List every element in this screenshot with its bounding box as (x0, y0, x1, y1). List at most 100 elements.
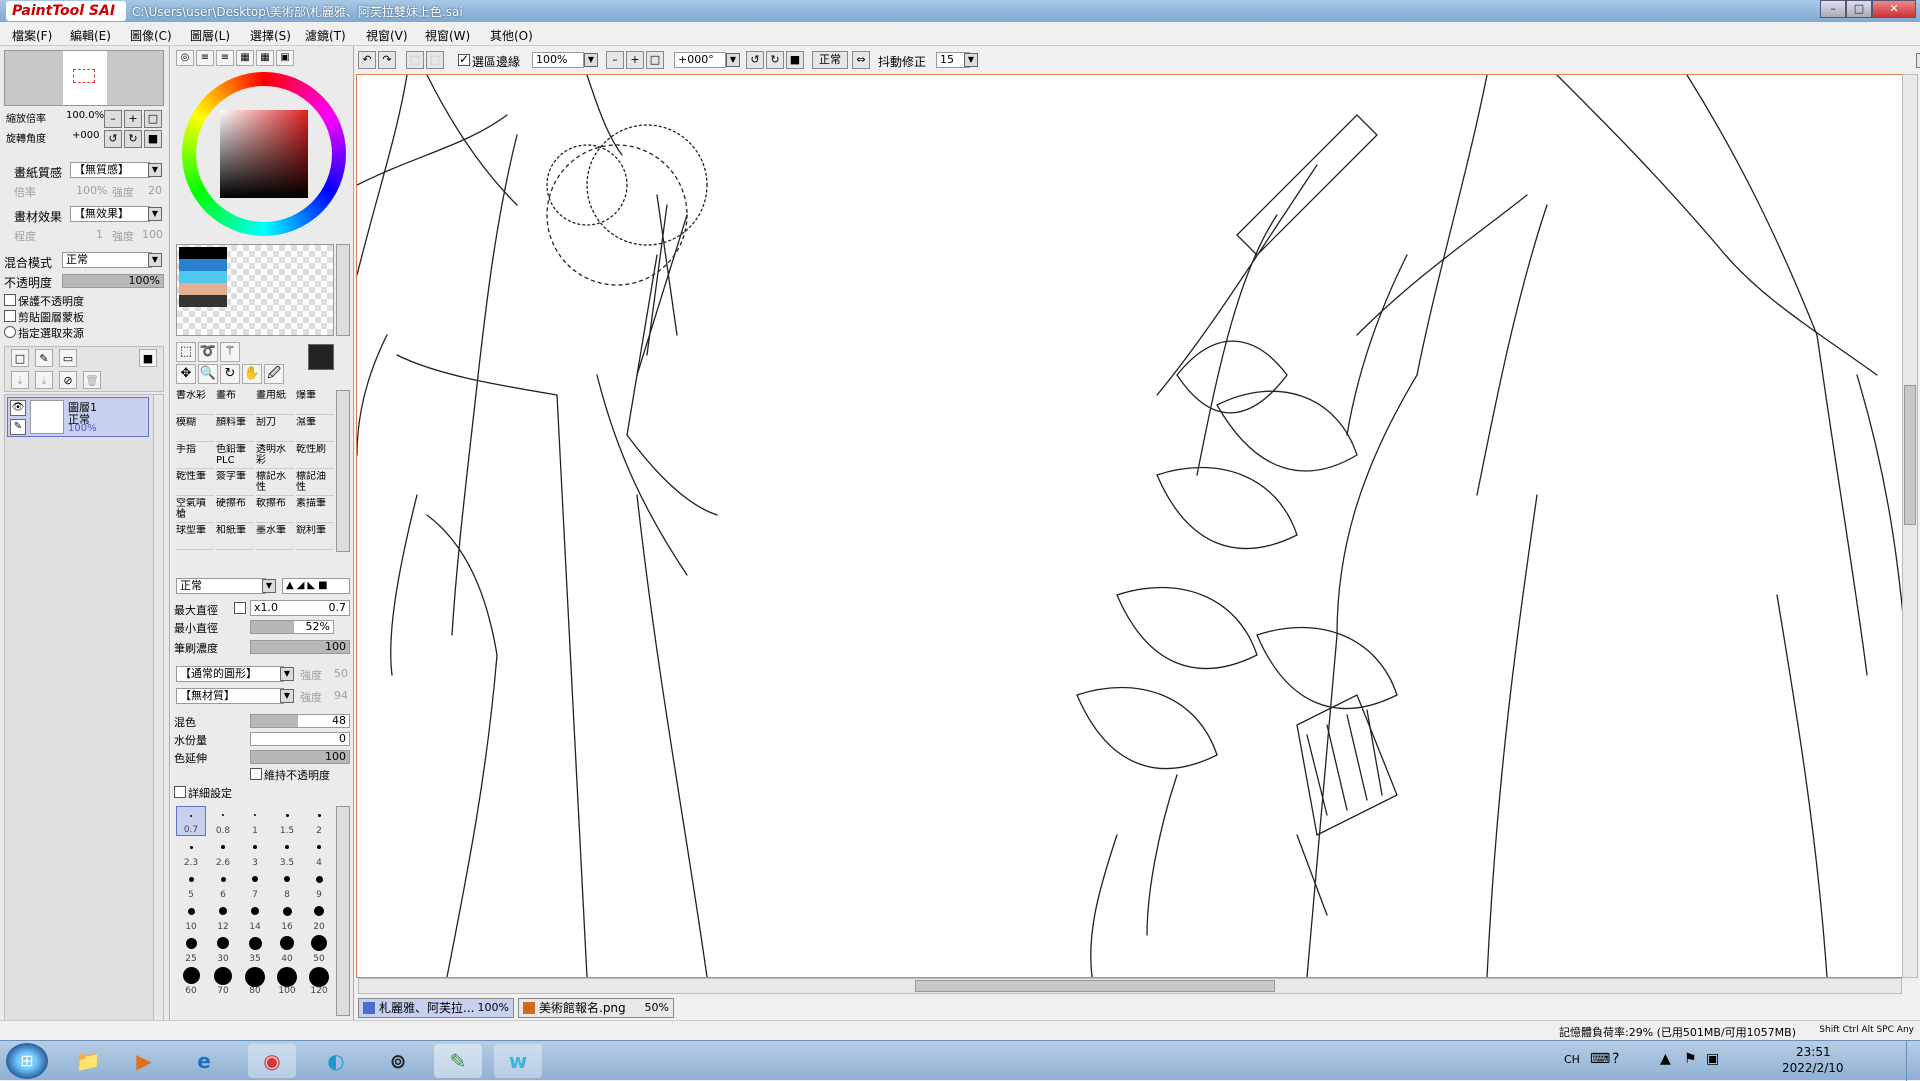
clock-date[interactable]: 2022/2/10 (1782, 1061, 1844, 1075)
size-grid-scrollbar[interactable] (336, 806, 350, 1016)
ie-icon[interactable]: e (180, 1044, 228, 1078)
brush-slot[interactable]: 濕筆 (296, 417, 334, 442)
zoom-icon[interactable]: 🔍 (198, 364, 218, 384)
lasso-icon[interactable]: ➰ (198, 342, 218, 362)
brush-grid-scrollbar[interactable] (336, 390, 350, 552)
transfer-down-icon[interactable]: ⇣ (11, 371, 29, 389)
menu-file[interactable]: 檔案(F) (12, 27, 52, 44)
language-indicator[interactable]: CH (1564, 1053, 1580, 1066)
media-player-icon[interactable]: ▶ (120, 1044, 168, 1078)
move-icon[interactable]: ✥ (176, 364, 196, 384)
canvas-horizontal-scrollbar[interactable] (358, 978, 1902, 994)
rotate-reset-button[interactable]: ■ (144, 130, 162, 148)
extend-slider[interactable]: 100 (250, 750, 350, 764)
max-size-field[interactable]: x1.0 0.7 (250, 600, 350, 616)
navigator-preview[interactable] (4, 50, 164, 106)
protect-opacity-checkbox[interactable] (4, 294, 16, 306)
brush-shape-select[interactable]: 【通常的圓形】 (176, 666, 284, 682)
canvas-vertical-scrollbar[interactable] (1902, 74, 1918, 978)
select-rect-icon[interactable]: ⬚ (176, 342, 196, 362)
maximize-button[interactable]: □ (1846, 0, 1872, 18)
new-layer-icon[interactable]: □ (11, 349, 29, 367)
water-slider[interactable]: 0 (250, 732, 350, 746)
size-preset[interactable]: 16 (272, 902, 302, 932)
eye-icon[interactable]: 👁 (10, 400, 26, 416)
brush-slot[interactable]: 硬擦布 (216, 498, 254, 523)
ime-icon[interactable]: ⌨ (1590, 1051, 1610, 1067)
effect-select[interactable]: 【無效果】 (70, 206, 150, 222)
brush-slot[interactable]: 簽字筆 (216, 471, 254, 496)
layer-row[interactable]: 👁 ✎ 圖層1 正常 100% (7, 397, 149, 437)
min-size-slider[interactable]: 52% (250, 620, 334, 634)
explorer-icon[interactable]: 📁 (64, 1044, 112, 1078)
help-icon[interactable]: ? (1612, 1051, 1619, 1067)
chrome-icon[interactable]: ◉ (248, 1044, 296, 1078)
brush-slot[interactable]: 書水彩 (176, 390, 214, 415)
brush-slot[interactable]: 爆筆 (296, 390, 334, 415)
size-preset[interactable]: 5 (176, 870, 206, 900)
toolbar-rotate-left-icon[interactable]: ↺ (746, 51, 764, 69)
brush-slot[interactable]: 畫用紙 (256, 390, 294, 415)
app-icon[interactable]: ⊚ (374, 1044, 422, 1078)
zoom-value[interactable]: 100.0% (66, 110, 104, 121)
size-preset[interactable]: 80 (240, 966, 270, 996)
size-preset[interactable]: 6 (208, 870, 238, 900)
chevron-down-icon[interactable]: ▼ (584, 53, 598, 67)
brush-slot[interactable]: 墨水筆 (256, 525, 294, 550)
layer-list-scrollbar[interactable] (153, 395, 163, 1059)
rgb-slider-tab-icon[interactable]: ≡ (196, 50, 214, 66)
doc-tab-active[interactable]: 札麗雅、阿芙拉... 100% (358, 998, 514, 1018)
show-desktop-button[interactable] (1906, 1041, 1920, 1081)
size-preset[interactable]: 30 (208, 934, 238, 964)
size-preset[interactable]: 50 (304, 934, 334, 964)
brush-slot[interactable]: 顏料筆 (216, 417, 254, 442)
size-preset[interactable]: 120 (304, 966, 334, 996)
size-preset[interactable]: 60 (176, 966, 206, 996)
size-preset[interactable]: 4 (304, 838, 334, 868)
opacity-slider[interactable]: 100% (62, 274, 164, 288)
brush-slot[interactable]: 空氣噴槍 (176, 498, 214, 523)
vscroll-thumb[interactable] (1904, 385, 1916, 525)
brush-edge-shapes[interactable]: ▲◢◣■ (282, 578, 350, 594)
hand-icon[interactable]: ✋ (242, 364, 262, 384)
chevron-down-icon[interactable]: ▼ (964, 53, 978, 67)
brush-slot[interactable]: 標記水性 (256, 471, 294, 496)
deselect-icon[interactable]: ⬚ (406, 51, 424, 69)
brush-mode-select[interactable]: 正常 (176, 578, 266, 594)
chevron-down-icon[interactable]: ▼ (148, 207, 162, 221)
size-preset[interactable]: 2.6 (208, 838, 238, 868)
size-preset[interactable]: 0.8 (208, 806, 238, 836)
menu-select[interactable]: 選擇(S) (250, 27, 291, 44)
menu-other[interactable]: 其他(O) (490, 27, 533, 44)
eyedropper-icon[interactable]: 🖉 (264, 364, 284, 384)
size-preset[interactable]: 2 (304, 806, 334, 836)
paper-texture-select[interactable]: 【無質感】 (70, 162, 150, 178)
brush-slot[interactable]: 標記油性 (296, 471, 334, 496)
layer-mask-icon[interactable]: ■ (139, 349, 157, 367)
mix-slider[interactable]: 48 (250, 714, 350, 728)
minimize-button[interactable]: – (1820, 0, 1846, 18)
size-preset[interactable]: 12 (208, 902, 238, 932)
clipping-mask-checkbox[interactable] (4, 310, 16, 322)
undo-icon[interactable]: ↶ (358, 51, 376, 69)
brush-slot[interactable]: 軟擦布 (256, 498, 294, 523)
rotate-right-button[interactable]: ↻ (124, 130, 142, 148)
size-preset[interactable]: 25 (176, 934, 206, 964)
brush-slot[interactable]: 素描筆 (296, 498, 334, 523)
scratch-pad-tab-icon[interactable]: ▣ (276, 50, 294, 66)
brush-slot[interactable]: 透明水彩 (256, 444, 294, 469)
size-preset[interactable]: 3.5 (272, 838, 302, 868)
sv-square[interactable] (220, 110, 308, 198)
merge-down-icon[interactable]: ⤓ (35, 371, 53, 389)
size-preset[interactable]: 35 (240, 934, 270, 964)
toolbar-rotate-reset-icon[interactable]: ■ (786, 51, 804, 69)
brush-slot[interactable]: 畫布 (216, 390, 254, 415)
new-folder-icon[interactable]: ▭ (59, 349, 77, 367)
rotate-value[interactable]: +000 (72, 130, 99, 141)
keep-opacity-checkbox[interactable] (250, 768, 262, 780)
size-preset[interactable]: 2.3 (176, 838, 206, 868)
toolbar-rotate-right-icon[interactable]: ↻ (766, 51, 784, 69)
brush-slot[interactable]: 色鉛筆PLC (216, 444, 254, 469)
brush-texture-select[interactable]: 【無材質】 (176, 688, 284, 704)
menu-window[interactable]: 視窗(W) (425, 27, 470, 44)
